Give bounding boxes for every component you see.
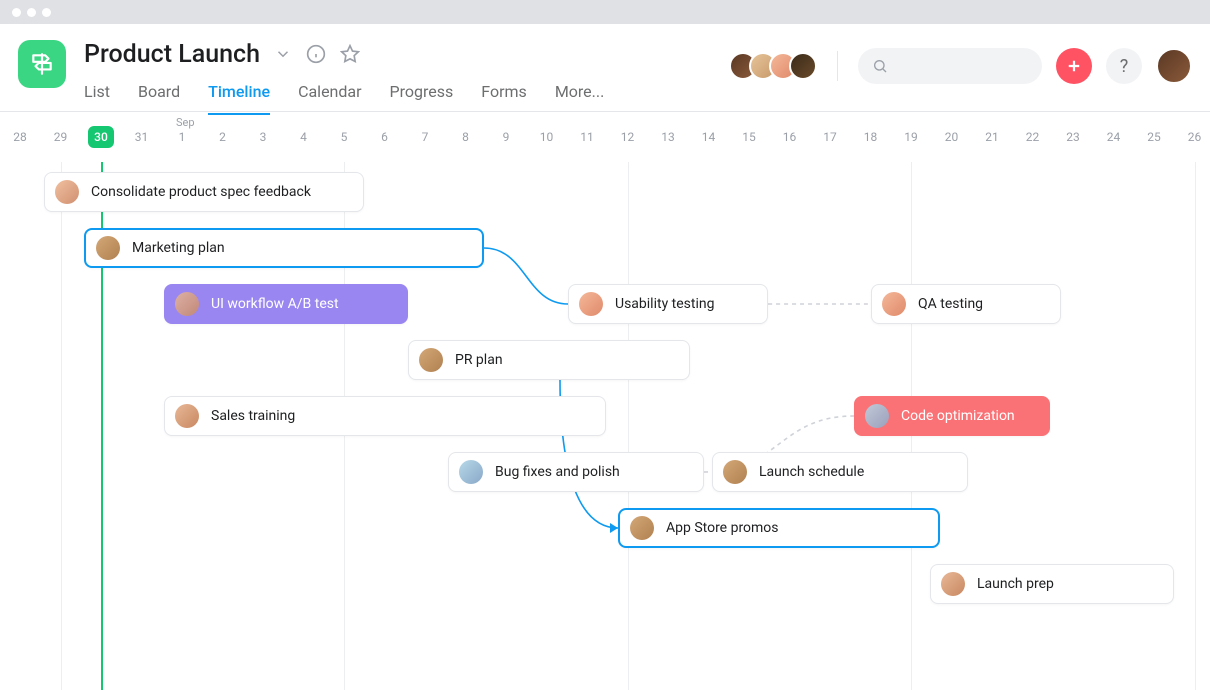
traffic-light-minimize[interactable] xyxy=(27,8,36,17)
day-23: 23 xyxy=(1053,130,1093,144)
task-label: Bug fixes and polish xyxy=(495,464,620,480)
member-avatars[interactable] xyxy=(729,52,817,80)
task-usability[interactable]: Usability testing xyxy=(568,284,768,324)
add-button[interactable] xyxy=(1056,48,1092,84)
task-label: Marketing plan xyxy=(132,240,225,256)
help-button[interactable]: ? xyxy=(1106,48,1142,84)
day-20: 20 xyxy=(932,130,972,144)
assignee-avatar xyxy=(941,572,965,596)
task-sales[interactable]: Sales training xyxy=(164,396,606,436)
tab-progress[interactable]: Progress xyxy=(390,82,454,115)
day-21: 21 xyxy=(972,130,1012,144)
day-2: 2 xyxy=(203,130,243,144)
day-19: 19 xyxy=(891,130,931,144)
day-13: 13 xyxy=(648,130,688,144)
task-qa[interactable]: QA testing xyxy=(871,284,1061,324)
task-launchsched[interactable]: Launch schedule xyxy=(712,452,968,492)
info-icon[interactable] xyxy=(306,44,326,64)
day-1: 1 xyxy=(162,130,202,144)
day-3: 3 xyxy=(243,130,283,144)
timeline-view[interactable]: 282930311Sep2345678910111213141516171819… xyxy=(0,112,1210,690)
day-24: 24 xyxy=(1094,130,1134,144)
tab-timeline[interactable]: Timeline xyxy=(208,82,270,115)
tab-forms[interactable]: Forms xyxy=(481,82,527,115)
task-label: App Store promos xyxy=(666,520,779,536)
tab-board[interactable]: Board xyxy=(138,82,180,115)
assignee-avatar xyxy=(459,460,483,484)
day-7: 7 xyxy=(405,130,445,144)
task-label: Usability testing xyxy=(615,296,714,312)
divider xyxy=(837,51,838,81)
task-launchprep[interactable]: Launch prep xyxy=(930,564,1174,604)
task-label: Launch schedule xyxy=(759,464,864,480)
assignee-avatar xyxy=(55,180,79,204)
day-4: 4 xyxy=(284,130,324,144)
day-5: 5 xyxy=(324,130,364,144)
assignee-avatar xyxy=(175,404,199,428)
task-label: Sales training xyxy=(211,408,295,424)
task-marketing[interactable]: Marketing plan xyxy=(84,228,484,268)
task-label: UI workflow A/B test xyxy=(211,296,339,312)
task-appstore[interactable]: App Store promos xyxy=(618,508,940,548)
day-10: 10 xyxy=(527,130,567,144)
project-icon[interactable] xyxy=(18,40,66,88)
assignee-avatar xyxy=(630,516,654,540)
task-label: PR plan xyxy=(455,352,503,368)
day-16: 16 xyxy=(770,130,810,144)
assignee-avatar xyxy=(865,404,889,428)
assignee-avatar xyxy=(723,460,747,484)
search-input[interactable] xyxy=(858,48,1042,84)
avatar[interactable] xyxy=(789,52,817,80)
star-icon[interactable] xyxy=(340,44,360,64)
day-8: 8 xyxy=(446,130,486,144)
plus-icon xyxy=(1065,57,1083,75)
project-title[interactable]: Product Launch xyxy=(84,40,260,69)
day-17: 17 xyxy=(810,130,850,144)
day-30: 30 xyxy=(81,130,121,144)
task-label: Consolidate product spec feedback xyxy=(91,184,311,200)
tab-calendar[interactable]: Calendar xyxy=(298,82,361,115)
app-header: Product Launch List Board Timeline Calendar… xyxy=(0,24,1210,112)
day-15: 15 xyxy=(729,130,769,144)
task-bugfix[interactable]: Bug fixes and polish xyxy=(448,452,704,492)
traffic-light-zoom[interactable] xyxy=(42,8,51,17)
signpost-icon xyxy=(29,51,55,77)
day-9: 9 xyxy=(486,130,526,144)
day-25: 25 xyxy=(1134,130,1174,144)
tab-list[interactable]: List xyxy=(84,82,110,115)
month-label: Sep xyxy=(176,116,195,129)
day-14: 14 xyxy=(689,130,729,144)
day-22: 22 xyxy=(1013,130,1053,144)
task-consolidate[interactable]: Consolidate product spec feedback xyxy=(44,172,364,212)
day-31: 31 xyxy=(122,130,162,144)
traffic-light-close[interactable] xyxy=(12,8,21,17)
view-tabs: List Board Timeline Calendar Progress Forms Mo… xyxy=(84,82,729,115)
window-titlebar xyxy=(0,0,1210,24)
task-label: QA testing xyxy=(918,296,983,312)
timeline-grid: Consolidate product spec feedback Marketi… xyxy=(0,162,1210,690)
date-axis: 282930311Sep2345678910111213141516171819… xyxy=(0,112,1210,162)
day-26: 26 xyxy=(1175,130,1210,144)
day-6: 6 xyxy=(365,130,405,144)
chevron-down-icon[interactable] xyxy=(274,45,292,63)
task-abtest[interactable]: UI workflow A/B test xyxy=(164,284,408,324)
day-12: 12 xyxy=(608,130,648,144)
assignee-avatar xyxy=(175,292,199,316)
day-18: 18 xyxy=(851,130,891,144)
help-icon: ? xyxy=(1120,56,1129,77)
assignee-avatar xyxy=(882,292,906,316)
assignee-avatar xyxy=(419,348,443,372)
day-11: 11 xyxy=(567,130,607,144)
user-avatar[interactable] xyxy=(1156,48,1192,84)
assignee-avatar xyxy=(96,236,120,260)
day-29: 29 xyxy=(41,130,81,144)
task-prplan[interactable]: PR plan xyxy=(408,340,690,380)
task-label: Launch prep xyxy=(977,576,1054,592)
search-icon xyxy=(872,58,888,74)
day-28: 28 xyxy=(0,130,40,144)
assignee-avatar xyxy=(579,292,603,316)
task-label: Code optimization xyxy=(901,408,1015,424)
tab-more[interactable]: More... xyxy=(555,82,605,115)
task-codeopt[interactable]: Code optimization xyxy=(854,396,1050,436)
